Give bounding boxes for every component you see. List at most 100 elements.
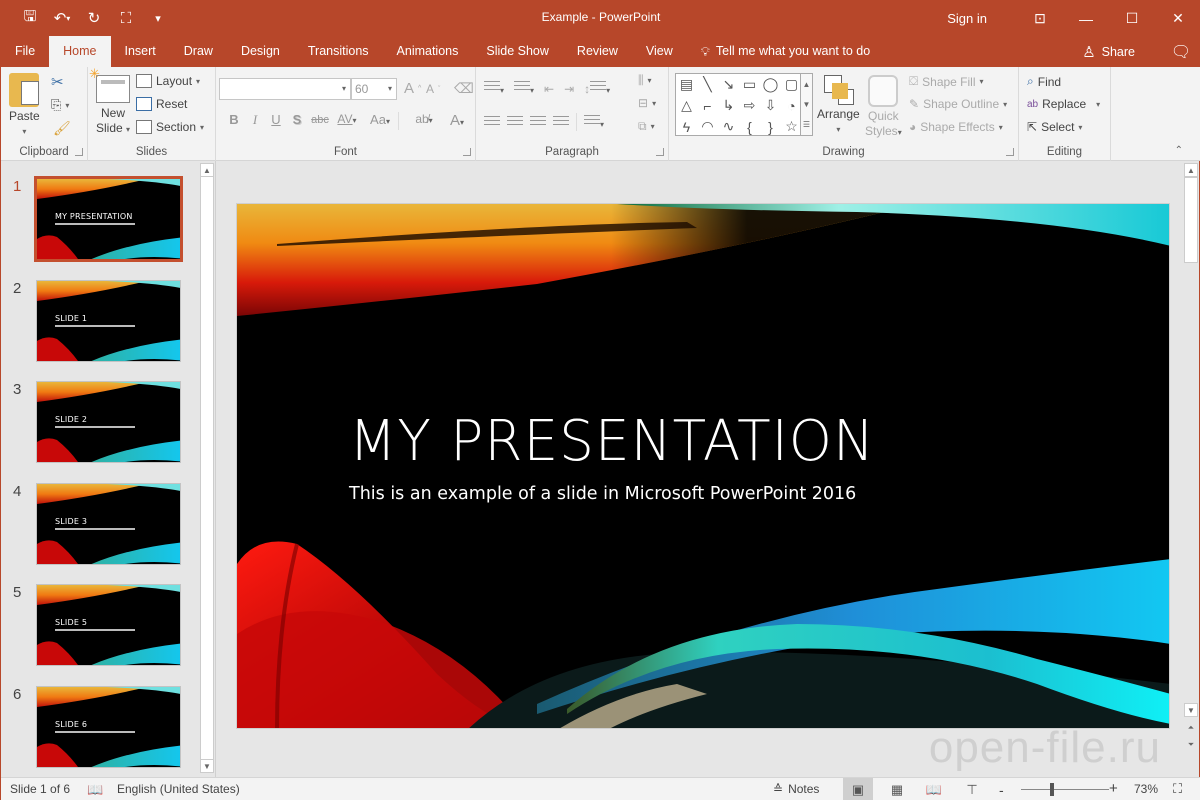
- slideshow-view-button[interactable]: ⊤: [957, 778, 987, 800]
- justify-button[interactable]: [553, 116, 569, 128]
- font-dialog-launcher[interactable]: [463, 148, 471, 156]
- slide-thumbnail-item[interactable]: 5 SLIDE 5: [1, 584, 199, 670]
- cut-icon[interactable]: ✂: [51, 73, 64, 91]
- increase-font-size-button[interactable]: A ^: [404, 80, 421, 97]
- text-shadow-button[interactable]: S: [286, 112, 308, 130]
- gallery-down-icon[interactable]: ▼: [803, 100, 811, 109]
- bold-button[interactable]: B: [224, 112, 244, 130]
- gallery-up-icon[interactable]: ▲: [803, 80, 811, 89]
- font-size-dropdown-icon[interactable]: ▾: [388, 84, 392, 93]
- slide-thumbnail[interactable]: MY PRESENTATION: [34, 176, 183, 262]
- spelling-check-icon[interactable]: 📖: [87, 782, 103, 798]
- tab-home[interactable]: Home: [49, 36, 111, 67]
- slide-thumbnail[interactable]: SLIDE 3: [36, 482, 181, 565]
- shape-option[interactable]: ◔: [781, 95, 802, 116]
- section-button[interactable]: Section ▾: [136, 120, 204, 134]
- shape-option[interactable]: {: [739, 116, 760, 137]
- font-size-combobox[interactable]: 60 ▾: [351, 78, 397, 100]
- text-direction-button[interactable]: ⫼ ▾: [638, 73, 652, 88]
- tab-transitions[interactable]: Transitions: [294, 36, 383, 67]
- shape-option[interactable]: ∿: [718, 116, 739, 137]
- format-painter-icon[interactable]: 🖌: [53, 120, 71, 137]
- shape-option[interactable]: ⌐: [697, 95, 718, 116]
- align-text-button[interactable]: ⊟ ▾: [638, 96, 656, 110]
- select-button[interactable]: ⇱ Select ▾: [1027, 120, 1082, 134]
- current-slide[interactable]: MY PRESENTATION This is an example of a …: [236, 203, 1170, 729]
- slide-sorter-view-button[interactable]: ▦: [882, 778, 912, 800]
- slide-title[interactable]: MY PRESENTATION: [349, 409, 875, 474]
- slide-thumbnail[interactable]: SLIDE 5: [36, 584, 181, 666]
- tab-insert[interactable]: Insert: [111, 36, 170, 67]
- tell-me-search[interactable]: 💡︎ Tell me what you want to do: [687, 36, 870, 67]
- shapes-gallery-scroll[interactable]: ▲ ▼ ☰: [801, 73, 813, 136]
- slide-thumbnail-item[interactable]: 1 MY PRESENTATION: [1, 176, 199, 264]
- shape-option[interactable]: ╲: [697, 74, 718, 95]
- language-indicator[interactable]: English (United States): [117, 782, 240, 796]
- tab-design[interactable]: Design: [227, 36, 294, 67]
- layout-button[interactable]: Layout ▾: [136, 74, 200, 88]
- minimize-icon[interactable]: —: [1063, 1, 1109, 36]
- zoom-in-button[interactable]: +: [1109, 780, 1118, 797]
- align-left-button[interactable]: [484, 116, 500, 128]
- drawing-dialog-launcher[interactable]: [1006, 148, 1014, 156]
- zoom-slider-thumb[interactable]: [1049, 783, 1054, 796]
- thumbnail-scroll-up-icon[interactable]: ▲: [200, 163, 214, 177]
- sign-in-link[interactable]: Sign in: [947, 11, 987, 26]
- slide-thumbnail-item[interactable]: 3 SLIDE 2: [1, 381, 199, 467]
- tab-draw[interactable]: Draw: [170, 36, 227, 67]
- shape-option[interactable]: ☆: [781, 116, 802, 137]
- slide-scroll-down-icon[interactable]: ▼: [1184, 703, 1198, 717]
- fit-slide-to-window-icon[interactable]: ⛶: [1173, 781, 1182, 797]
- font-name-combobox[interactable]: ▾: [219, 78, 351, 100]
- zoom-out-button[interactable]: -: [999, 782, 1004, 798]
- slide-thumbnail[interactable]: SLIDE 1: [36, 279, 181, 362]
- paste-dropdown-icon[interactable]: ▾: [22, 124, 26, 139]
- bullets-button[interactable]: ▾: [484, 81, 504, 96]
- arrange-button[interactable]: Arrange ▾: [817, 75, 860, 137]
- shape-effects-button[interactable]: ◕ Shape Effects ▾: [909, 120, 1003, 134]
- paste-button[interactable]: Paste ▾: [9, 73, 40, 139]
- maximize-icon[interactable]: ☐: [1109, 1, 1155, 36]
- quick-styles-button[interactable]: Quick Styles▾: [865, 75, 902, 140]
- character-spacing-button[interactable]: AV▾: [332, 112, 362, 130]
- shape-option[interactable]: ⇨: [739, 95, 760, 116]
- slide-thumbnail[interactable]: SLIDE 6: [36, 685, 181, 768]
- reading-view-button[interactable]: 📖: [919, 778, 949, 800]
- paragraph-dialog-launcher[interactable]: [656, 148, 664, 156]
- new-slide-button[interactable]: New Slide ▾: [89, 66, 130, 137]
- shape-option[interactable]: ▭: [739, 74, 760, 95]
- ribbon-display-options-icon[interactable]: ⊡: [1017, 1, 1063, 36]
- shape-option[interactable]: △: [676, 95, 697, 116]
- shape-option[interactable]: ▤: [676, 74, 697, 95]
- shape-option[interactable]: ◯: [760, 74, 781, 95]
- slide-scroll-up-icon[interactable]: ▲: [1184, 163, 1198, 177]
- shape-fill-button[interactable]: ⛋ Shape Fill ▾: [909, 74, 984, 89]
- strikethrough-button[interactable]: abc: [308, 112, 332, 130]
- shape-option[interactable]: ϟ: [676, 116, 697, 137]
- convert-to-smartart-button[interactable]: ⧉ ▾: [638, 119, 655, 134]
- shape-option[interactable]: ⇩: [760, 95, 781, 116]
- thumbnail-scroll-down-icon[interactable]: ▼: [200, 759, 214, 773]
- slide-scrollbar-thumb[interactable]: [1184, 177, 1198, 263]
- close-icon[interactable]: ✕: [1155, 1, 1200, 36]
- decrease-font-size-button[interactable]: Aˇ: [426, 82, 440, 96]
- shape-option[interactable]: ↘: [718, 74, 739, 95]
- clear-formatting-icon[interactable]: ⌫: [454, 80, 474, 97]
- slide-subtitle[interactable]: This is an example of a slide in Microso…: [349, 484, 856, 504]
- font-name-dropdown-icon[interactable]: ▾: [342, 84, 346, 93]
- shape-outline-button[interactable]: ✎ Shape Outline ▾: [909, 97, 1007, 111]
- comments-icon[interactable]: 🗨: [1161, 42, 1200, 62]
- tab-review[interactable]: Review: [563, 36, 632, 67]
- slide-thumbnail-item[interactable]: 4 SLIDE 3: [1, 482, 199, 569]
- italic-button[interactable]: I: [244, 112, 266, 130]
- notes-button[interactable]: ≙ Notes: [773, 782, 819, 796]
- slide-thumbnail-item[interactable]: 2 SLIDE 1: [1, 279, 199, 366]
- decrease-indent-button[interactable]: ⇤: [544, 82, 554, 96]
- shape-option[interactable]: }: [760, 116, 781, 137]
- share-button[interactable]: ♙ Share: [1082, 43, 1135, 61]
- copy-icon[interactable]: ⎘ ▾: [51, 97, 69, 113]
- tab-slide-show[interactable]: Slide Show: [472, 36, 563, 67]
- slide-thumbnail-item[interactable]: 6 SLIDE 6: [1, 685, 199, 772]
- zoom-level[interactable]: 73%: [1134, 782, 1158, 796]
- slide-thumbnail[interactable]: SLIDE 2: [36, 381, 181, 463]
